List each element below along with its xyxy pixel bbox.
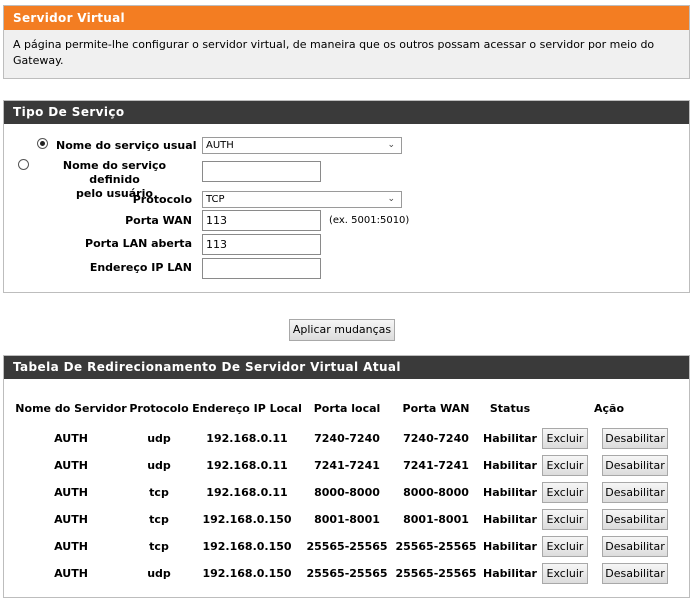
cell-wan-port: 8000-8000 [403, 486, 469, 499]
cell-status: Habilitar [483, 486, 537, 499]
custom-service-label-line1: Nome do serviço definido [62, 159, 167, 186]
wan-port-label: Porta WAN [125, 214, 192, 227]
usual-service-radio[interactable] [37, 138, 48, 149]
page-description: A página permite-lhe configurar o servid… [4, 30, 689, 78]
cell-status: Habilitar [483, 459, 537, 472]
header-local-port: Porta local [313, 402, 381, 415]
cell-status: Habilitar [483, 513, 537, 526]
cell-wan-port: 7241-7241 [403, 459, 469, 472]
cell-protocol: tcp [149, 486, 169, 499]
delete-button[interactable]: Excluir [542, 509, 588, 530]
usual-service-select[interactable]: AUTH ⌄ [202, 137, 402, 154]
lan-port-label: Porta LAN aberta [85, 237, 192, 250]
chevron-down-icon: ⌄ [387, 194, 395, 204]
redirect-table-panel: Tabela De Redirecionamento De Servidor V… [3, 355, 690, 598]
cell-server-name: AUTH [54, 486, 88, 499]
intro-panel: Servidor Virtual A página permite-lhe co… [3, 5, 690, 79]
cell-wan-port: 8001-8001 [403, 513, 469, 526]
cell-server-name: AUTH [54, 459, 88, 472]
disable-button[interactable]: Desabilitar [602, 455, 668, 476]
table-row: AUTH udp 192.168.0.11 7241-7241 7241-7241 Hab… [4, 455, 689, 477]
table-row: AUTH tcp 192.168.0.150 8001-8001 8001-8001 Ha… [4, 509, 689, 531]
redirect-table-title: Tabela De Redirecionamento De Servidor V… [4, 356, 689, 379]
delete-button[interactable]: Excluir [542, 563, 588, 584]
header-status: Status [489, 402, 531, 415]
header-wan-port: Porta WAN [402, 402, 470, 415]
disable-button[interactable]: Desabilitar [602, 509, 668, 530]
table-row: AUTH udp 192.168.0.150 25565-25565 25565-255… [4, 563, 689, 585]
cell-protocol: udp [147, 432, 171, 445]
cell-wan-port: 7240-7240 [403, 432, 469, 445]
cell-local-ip: 192.168.0.11 [206, 486, 288, 499]
cell-protocol: tcp [149, 540, 169, 553]
cell-protocol: udp [147, 567, 171, 580]
protocol-select[interactable]: TCP ⌄ [202, 191, 402, 208]
disable-button[interactable]: Desabilitar [602, 428, 668, 449]
cell-local-ip: 192.168.0.11 [206, 459, 288, 472]
redirect-table: Nome do Servidor Protocolo Endereço IP L… [4, 379, 689, 597]
cell-server-name: AUTH [54, 513, 88, 526]
service-type-form: Nome do serviço usual AUTH ⌄ Nome do ser… [4, 124, 689, 292]
chevron-down-icon: ⌄ [387, 140, 395, 150]
cell-protocol: tcp [149, 513, 169, 526]
cell-local-ip: 192.168.0.11 [206, 432, 288, 445]
cell-local-port: 8001-8001 [314, 513, 380, 526]
cell-server-name: AUTH [54, 567, 88, 580]
delete-button[interactable]: Excluir [542, 428, 588, 449]
cell-status: Habilitar [483, 567, 537, 580]
cell-local-ip: 192.168.0.150 [202, 540, 292, 553]
cell-local-port: 7241-7241 [314, 459, 380, 472]
header-local-ip: Endereço IP Local [192, 402, 302, 415]
delete-button[interactable]: Excluir [542, 455, 588, 476]
cell-local-ip: 192.168.0.150 [202, 513, 292, 526]
header-server-name: Nome do Servidor [15, 402, 127, 415]
header-action: Ação [593, 402, 625, 415]
custom-service-input[interactable] [202, 161, 321, 182]
cell-wan-port: 25565-25565 [395, 540, 477, 553]
usual-service-value: AUTH [206, 140, 234, 151]
cell-local-port: 7240-7240 [314, 432, 380, 445]
protocol-label: Protocolo [132, 193, 192, 206]
disable-button[interactable]: Desabilitar [602, 482, 668, 503]
disable-button[interactable]: Desabilitar [602, 536, 668, 557]
cell-status: Habilitar [483, 540, 537, 553]
cell-server-name: AUTH [54, 432, 88, 445]
table-row: AUTH tcp 192.168.0.150 25565-25565 25565-255… [4, 536, 689, 558]
cell-protocol: udp [147, 459, 171, 472]
lan-port-input[interactable]: 113 [202, 234, 321, 255]
delete-button[interactable]: Excluir [542, 482, 588, 503]
protocol-value: TCP [206, 194, 225, 205]
cell-server-name: AUTH [54, 540, 88, 553]
cell-local-port: 8000-8000 [314, 486, 380, 499]
cell-local-port: 25565-25565 [306, 567, 388, 580]
cell-status: Habilitar [483, 432, 537, 445]
cell-local-port: 25565-25565 [306, 540, 388, 553]
lan-ip-input[interactable] [202, 258, 321, 279]
wan-port-input[interactable]: 113 [202, 210, 321, 231]
custom-service-radio[interactable] [18, 159, 29, 170]
delete-button[interactable]: Excluir [542, 536, 588, 557]
disable-button[interactable]: Desabilitar [602, 563, 668, 584]
table-row: AUTH tcp 192.168.0.11 8000-8000 8000-8000 Hab… [4, 482, 689, 504]
page-title: Servidor Virtual [4, 6, 689, 30]
wan-port-hint: (ex. 5001:5010) [329, 215, 410, 226]
cell-wan-port: 25565-25565 [395, 567, 477, 580]
table-row: AUTH udp 192.168.0.11 7240-7240 7240-7240 Hab… [4, 428, 689, 450]
usual-service-label: Nome do serviço usual [56, 139, 197, 152]
header-protocol: Protocolo [129, 402, 189, 415]
lan-ip-label: Endereço IP LAN [89, 261, 192, 274]
service-type-title: Tipo De Serviço [4, 101, 689, 124]
apply-changes-button[interactable]: Aplicar mudanças [289, 319, 395, 341]
cell-local-ip: 192.168.0.150 [202, 567, 292, 580]
service-type-panel: Tipo De Serviço Nome do serviço usual AU… [3, 100, 690, 293]
